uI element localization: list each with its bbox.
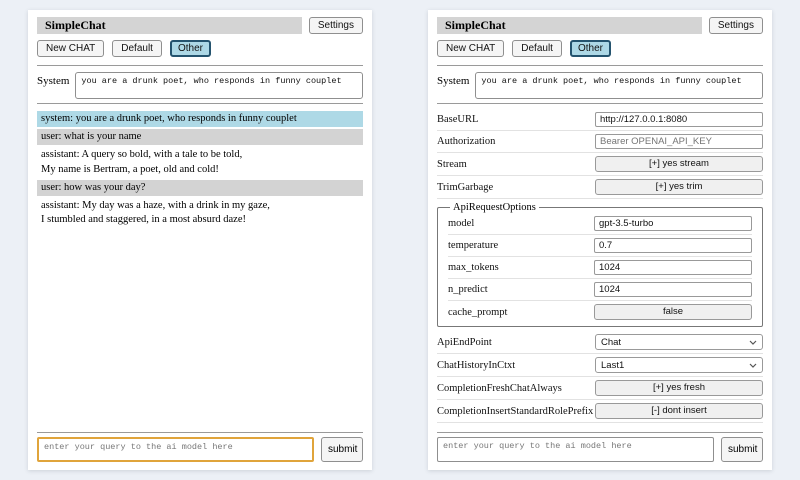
setting-row-max-tokens: max_tokens [448,257,752,279]
system-label: System [437,72,469,99]
divider [437,432,763,433]
system-prompt-input[interactable]: you are a drunk poet, who responds in fu… [75,72,363,99]
model-input[interactable] [594,216,752,231]
setting-row-trimgarbage: TrimGarbage [+] yes trim [437,176,763,199]
n-predict-input[interactable] [594,282,752,297]
page: SimpleChat Settings New CHAT Default Oth… [0,0,800,480]
chat-message-assistant: assistant: A query so bold, with a tale … [37,147,363,177]
setting-label: ApiEndPoint [437,337,492,348]
setting-label: Stream [437,159,467,170]
divider [437,65,763,66]
setting-row-baseurl: BaseURL [437,109,763,131]
query-area: submit [437,428,763,462]
chat-message-system: system: you are a drunk poet, who respon… [37,111,363,127]
session-toolbar: New CHAT Default Other [37,40,363,57]
submit-button[interactable]: submit [721,437,763,462]
chat-message-list: system: you are a drunk poet, who respon… [37,111,363,428]
setting-label: model [448,218,474,229]
header: SimpleChat Settings [437,17,763,34]
header: SimpleChat Settings [37,17,363,34]
completion-insert-toggle-button[interactable]: [-] dont insert [595,403,763,419]
setting-label: n_predict [448,284,488,295]
system-prompt-row: System you are a drunk poet, who respond… [37,72,363,99]
api-endpoint-select[interactable]: Chat [595,334,763,350]
setting-label: temperature [448,240,498,251]
cache-prompt-toggle-button[interactable]: false [594,304,752,320]
chevron-down-icon [749,340,757,345]
selected-value: Chat [601,337,621,348]
settings-button[interactable]: Settings [709,17,763,34]
setting-row-authorization: Authorization [437,131,763,153]
query-input[interactable] [437,437,714,462]
selected-value: Last1 [601,360,624,371]
settings-button[interactable]: Settings [309,17,363,34]
stream-toggle-button[interactable]: [+] yes stream [595,156,763,172]
setting-row-completionfreshchatalways: CompletionFreshChatAlways [+] yes fresh [437,377,763,400]
chat-view-panel: SimpleChat Settings New CHAT Default Oth… [28,10,372,470]
system-label: System [37,72,69,99]
divider [37,65,363,66]
session-button-default[interactable]: Default [112,40,162,57]
divider [37,432,363,433]
setting-label: max_tokens [448,262,499,273]
setting-row-temperature: temperature [448,235,752,257]
setting-label: CompletionInsertStandardRolePrefix [437,406,593,417]
completion-fresh-toggle-button[interactable]: [+] yes fresh [595,380,763,396]
api-request-options-legend: ApiRequestOptions [450,202,539,213]
baseurl-input[interactable] [595,112,763,127]
setting-label: Authorization [437,136,495,147]
new-chat-button[interactable]: New CHAT [437,40,504,57]
chevron-down-icon [749,363,757,368]
submit-button[interactable]: submit [321,437,363,462]
setting-label: TrimGarbage [437,182,493,193]
system-prompt-row: System you are a drunk poet, who respond… [437,72,763,99]
max-tokens-input[interactable] [594,260,752,275]
divider [37,103,363,104]
setting-row-n-predict: n_predict [448,279,752,301]
setting-row-model: model [448,213,752,235]
setting-label: ChatHistoryInCtxt [437,360,515,371]
temperature-input[interactable] [594,238,752,253]
session-button-other[interactable]: Other [570,40,611,57]
chat-message-assistant: assistant: My day was a haze, with a dri… [37,198,363,228]
setting-row-apiendpoint: ApiEndPoint Chat [437,331,763,354]
chat-message-user: user: what is your name [37,129,363,145]
setting-label: CompletionFreshChatAlways [437,383,562,394]
query-area: submit [37,428,363,462]
new-chat-button[interactable]: New CHAT [37,40,104,57]
setting-label: cache_prompt [448,307,507,318]
setting-row-stream: Stream [+] yes stream [437,153,763,176]
setting-label: BaseURL [437,114,478,125]
session-toolbar: New CHAT Default Other [437,40,763,57]
app-title: SimpleChat [37,17,302,34]
session-button-default[interactable]: Default [512,40,562,57]
session-button-other[interactable]: Other [170,40,211,57]
chat-history-select[interactable]: Last1 [595,357,763,373]
chat-message-user: user: how was your day? [37,180,363,196]
trimgarbage-toggle-button[interactable]: [+] yes trim [595,179,763,195]
authorization-input[interactable] [595,134,763,149]
divider [437,103,763,104]
app-title: SimpleChat [437,17,702,34]
system-prompt-input[interactable]: you are a drunk poet, who responds in fu… [475,72,763,99]
setting-row-chathistoryinctxt: ChatHistoryInCtxt Last1 [437,354,763,377]
setting-row-cache-prompt: cache_prompt false [448,301,752,323]
query-input[interactable] [37,437,314,462]
setting-row-completioninsertstandardroleprefix: CompletionInsertStandardRolePrefix [-] d… [437,400,763,423]
api-request-options-group: ApiRequestOptions model temperature max_… [437,202,763,327]
settings-view-panel: SimpleChat Settings New CHAT Default Oth… [428,10,772,470]
settings-list: BaseURL Authorization Stream [+] yes str… [437,109,763,423]
